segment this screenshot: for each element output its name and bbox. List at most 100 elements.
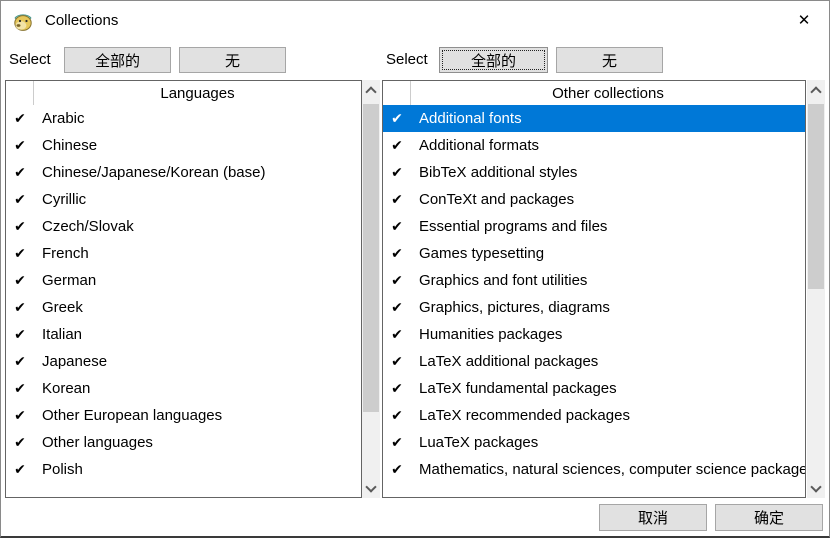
list-item-label: LaTeX fundamental packages <box>419 380 617 397</box>
check-icon: ✔ <box>6 218 34 235</box>
list-item-label: Polish <box>42 461 83 478</box>
list-item[interactable]: ✔Japanese <box>6 348 361 375</box>
check-icon: ✔ <box>6 272 34 289</box>
chevron-up-icon <box>810 86 821 97</box>
select-none-button-left[interactable]: 无 <box>179 47 286 73</box>
check-icon: ✔ <box>383 245 411 262</box>
list-item[interactable]: ✔ Chinese <box>6 132 361 159</box>
list-item[interactable]: ✔Korean <box>6 375 361 402</box>
other-collections-header-label: Other collections <box>411 85 805 102</box>
languages-header-label: Languages <box>34 85 361 102</box>
list-item[interactable]: ✔ LaTeX additional packages <box>383 348 805 375</box>
check-icon: ✔ <box>6 353 34 370</box>
list-item[interactable]: ✔ConTeXt and packages <box>383 186 805 213</box>
select-none-button-right[interactable]: 无 <box>556 47 663 73</box>
scroll-up-icon[interactable] <box>362 80 380 100</box>
list-item-label: Additional fonts <box>419 110 522 127</box>
scrollbar-track[interactable] <box>362 100 380 478</box>
check-icon: ✔ <box>6 434 34 451</box>
list-item[interactable]: ✔ BibTeX additional styles <box>383 159 805 186</box>
list-item-label: German <box>42 272 96 289</box>
check-icon: ✔ <box>6 380 34 397</box>
chevron-down-icon <box>810 481 821 492</box>
list-item[interactable]: ✔Additional formats <box>383 132 805 159</box>
list-item-label: LaTeX recommended packages <box>419 407 630 424</box>
check-icon: ✔ <box>6 191 34 208</box>
list-item-label: Graphics, pictures, diagrams <box>419 299 610 316</box>
list-item[interactable]: ✔ Humanities packages <box>383 321 805 348</box>
list-item[interactable]: ✔ Mathematics, natural sciences, computer… <box>383 456 805 483</box>
select-all-button-left[interactable]: 全部的 <box>64 47 171 73</box>
scroll-down-icon[interactable] <box>362 478 380 498</box>
check-icon: ✔ <box>6 137 34 154</box>
texlive-lion-icon <box>12 10 34 32</box>
list-item-label: Cyrillic <box>42 191 86 208</box>
select-label-right: Select <box>386 46 428 73</box>
check-column-header <box>383 81 411 105</box>
title-bar: Collections ✕ <box>1 1 829 41</box>
list-item[interactable]: ✔Greek <box>6 294 361 321</box>
check-icon: ✔ <box>6 164 34 181</box>
check-icon: ✔ <box>6 326 34 343</box>
chevron-up-icon <box>365 86 376 97</box>
chevron-down-icon <box>365 481 376 492</box>
check-icon: ✔ <box>383 461 411 478</box>
list-item[interactable]: ✔ LuaTeX packages <box>383 429 805 456</box>
window-title: Collections <box>45 1 118 41</box>
list-item[interactable]: ✔Graphics and font utilities <box>383 267 805 294</box>
select-all-button-right[interactable]: 全部的 <box>439 47 548 73</box>
list-item[interactable]: ✔ Other European languages <box>6 402 361 429</box>
list-item-label: Games typesetting <box>419 245 544 262</box>
check-column-header <box>6 81 34 105</box>
list-item-label: BibTeX additional styles <box>419 164 577 181</box>
scrollbar-thumb[interactable] <box>363 104 379 412</box>
other-collections-list-rows: ✔Additional fonts✔Additional formats✔Bib… <box>383 105 805 483</box>
check-icon: ✔ <box>6 407 34 424</box>
list-item-label: LuaTeX packages <box>419 434 538 451</box>
check-icon: ✔ <box>6 299 34 316</box>
list-item-label: Other languages <box>42 434 153 451</box>
list-item-label: Other European languages <box>42 407 222 424</box>
list-item-label: Additional formats <box>419 137 539 154</box>
list-item[interactable]: ✔Arabic <box>6 105 361 132</box>
list-item[interactable]: ✔ Polish <box>6 456 361 483</box>
check-icon: ✔ <box>383 326 411 343</box>
scrollbar-track[interactable] <box>807 100 825 478</box>
close-icon[interactable]: ✕ <box>787 5 821 37</box>
list-item-label: Essential programs and files <box>419 218 607 235</box>
list-item-label: Humanities packages <box>419 326 562 343</box>
check-icon: ✔ <box>6 461 34 478</box>
check-icon: ✔ <box>383 218 411 235</box>
list-item-label: Chinese <box>42 137 97 154</box>
list-item[interactable]: ✔Czech/Slovak <box>6 213 361 240</box>
collections-dialog: Collections ✕ Select 全部的 无 Select 全部的 无 … <box>0 0 830 538</box>
list-item-label: LaTeX additional packages <box>419 353 598 370</box>
check-icon: ✔ <box>383 191 411 208</box>
list-item[interactable]: ✔ Chinese/Japanese/Korean (base) <box>6 159 361 186</box>
list-item[interactable]: ✔LaTeX fundamental packages <box>383 375 805 402</box>
list-item-label: French <box>42 245 89 262</box>
list-item[interactable]: ✔Italian <box>6 321 361 348</box>
list-item[interactable]: ✔ German <box>6 267 361 294</box>
list-item[interactable]: ✔ Cyrillic <box>6 186 361 213</box>
list-item[interactable]: ✔ Games typesetting <box>383 240 805 267</box>
scroll-up-icon[interactable] <box>807 80 825 100</box>
check-icon: ✔ <box>383 353 411 370</box>
scroll-down-icon[interactable] <box>807 478 825 498</box>
check-icon: ✔ <box>383 164 411 181</box>
cancel-button[interactable]: 取消 <box>599 504 707 531</box>
check-icon: ✔ <box>383 299 411 316</box>
check-icon: ✔ <box>6 110 34 127</box>
ok-button[interactable]: 确定 <box>715 504 823 531</box>
list-item[interactable]: ✔ Graphics, pictures, diagrams <box>383 294 805 321</box>
list-item[interactable]: ✔LaTeX recommended packages <box>383 402 805 429</box>
list-item[interactable]: ✔ Other languages <box>6 429 361 456</box>
select-label-left: Select <box>9 46 51 73</box>
list-item-label: Chinese/Japanese/Korean (base) <box>42 164 265 181</box>
list-item[interactable]: ✔ Essential programs and files <box>383 213 805 240</box>
scrollbar-thumb[interactable] <box>808 104 824 289</box>
list-item-label: Mathematics, natural sciences, computer … <box>419 461 805 478</box>
list-item[interactable]: ✔Additional fonts <box>383 105 805 132</box>
list-item[interactable]: ✔French <box>6 240 361 267</box>
check-icon: ✔ <box>383 434 411 451</box>
